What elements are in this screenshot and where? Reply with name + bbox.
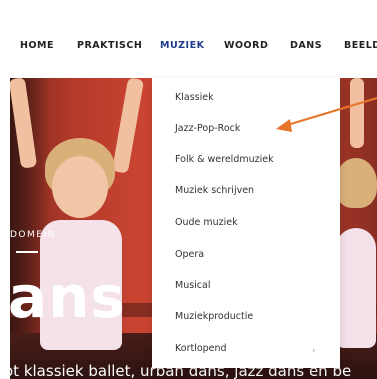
chevron-right-icon: › [312,346,316,356]
dancer-child-left [10,78,150,379]
hero-accent-line [16,251,38,253]
nav-muziek[interactable]: MUZIEK [160,40,204,51]
nav-beeld[interactable]: BEELD [344,40,377,51]
hero-domain-label: DOMEIN [10,230,56,240]
menu-item-muziek-schrijven[interactable]: Muziek schrijven [175,185,254,196]
menu-item-oude-muziek[interactable]: Oude muziek [175,217,238,228]
annotation-arrow-icon [276,97,377,132]
nav-praktisch[interactable]: PRAKTISCH [77,40,142,51]
nav-dans[interactable]: DANS [290,40,322,51]
menu-item-musical[interactable]: Musical [175,280,211,291]
hero-title: ans [8,263,126,331]
nav-woord[interactable]: WOORD [224,40,268,51]
main-navigation: HOME PRAKTISCH MUZIEK WOORD DANS BEELD [0,0,377,78]
menu-item-folk-wereldmuziek[interactable]: Folk & wereldmuziek [175,154,274,165]
nav-home[interactable]: HOME [20,40,54,51]
menu-item-jazz-pop-rock[interactable]: Jazz-Pop-Rock [175,123,240,134]
menu-item-opera[interactable]: Opera [175,249,204,260]
menu-item-muziekproductie[interactable]: Muziekproductie [175,311,253,322]
menu-item-kortlopend[interactable]: Kortlopend [175,343,227,354]
menu-item-klassiek[interactable]: Klassiek [175,92,214,103]
